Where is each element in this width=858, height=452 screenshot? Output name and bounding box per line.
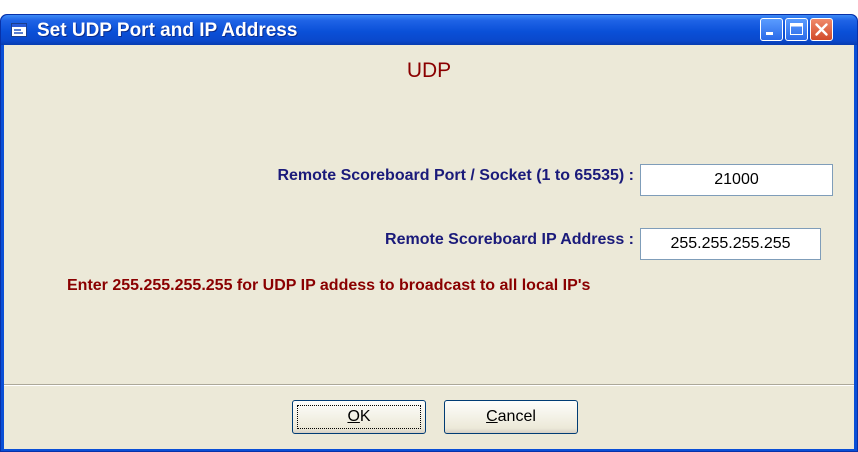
cancel-mnemonic: C (486, 408, 498, 425)
app-window-icon (11, 23, 27, 37)
ok-button[interactable]: OK (292, 400, 426, 434)
maximize-icon (790, 23, 803, 35)
window-title: Set UDP Port and IP Address (37, 20, 298, 41)
minimize-button[interactable] (760, 18, 783, 41)
close-icon (815, 23, 828, 36)
maximize-button[interactable] (785, 18, 808, 41)
cancel-button[interactable]: Cancel (444, 400, 578, 434)
broadcast-hint: Enter 255.255.255.255 for UDP IP addess … (67, 277, 591, 294)
ip-input[interactable] (640, 228, 821, 260)
section-heading: UDP (406, 59, 452, 82)
cancel-label-rest: ancel (497, 408, 536, 425)
button-bar (4, 384, 854, 449)
minimize-icon (766, 32, 773, 35)
close-button[interactable] (810, 18, 833, 41)
focus-ring (297, 405, 421, 429)
dialog-window: Set UDP Port and IP Address UDP Remote S… (0, 14, 858, 452)
dialog-body: UDP Remote Scoreboard Port / Socket (1 t… (4, 45, 854, 449)
port-input[interactable] (640, 164, 833, 196)
title-bar[interactable]: Set UDP Port and IP Address (1, 15, 857, 45)
ip-label: Remote Scoreboard IP Address : (385, 231, 634, 248)
port-label: Remote Scoreboard Port / Socket (1 to 65… (277, 167, 634, 184)
